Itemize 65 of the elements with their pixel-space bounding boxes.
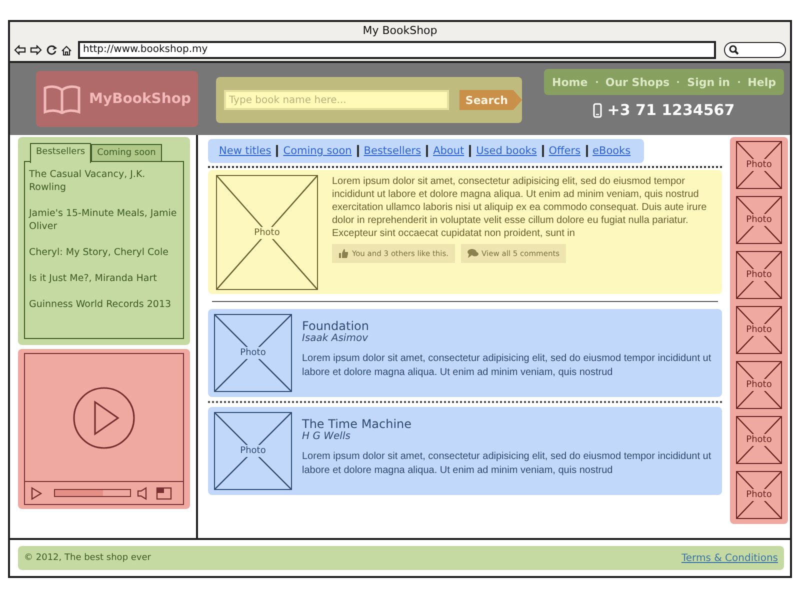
photo-label: Photo (744, 489, 774, 501)
phone-icon (593, 102, 602, 118)
bestseller-item[interactable]: Cheryl: My Story, Cheryl Cole (29, 246, 179, 259)
search-button[interactable]: Search (459, 90, 522, 110)
nav-link[interactable]: Used books (469, 145, 542, 157)
reload-icon[interactable] (46, 44, 57, 56)
tab[interactable]: Bestsellers (30, 142, 92, 162)
play-icon[interactable] (31, 486, 42, 500)
address-field[interactable]: http://www.bookshop.my (78, 41, 716, 59)
nav-link[interactable]: About (426, 145, 470, 157)
window-title: My BookShop (362, 24, 438, 37)
paragraph: Lorem ipsum dolor sit amet, consectetur adipisicing elit, sed do eiusmod tempor incididunt ut labore et dolore magna aliqua. Ut enim ad minim veniam, quis nostrud (302, 352, 712, 380)
thumbs-up-icon (338, 248, 349, 259)
fullscreen-icon[interactable] (156, 486, 172, 500)
paragraph: Lorem ipsum dolor sit amet, consectetur adipisicing elit, sed do eiusmod tempor incididunt ut labore et dolore magna aliqua. Ut enim ad minim veniam, quis nostrud (302, 450, 712, 478)
bestseller-item[interactable]: Jamie's 15-Minute Meals, Jamie Oliver (29, 207, 179, 233)
forward-icon[interactable] (30, 45, 42, 55)
tab[interactable]: Coming soon (91, 144, 162, 161)
back-icon[interactable] (14, 45, 26, 55)
photo-label: Photo (744, 379, 774, 391)
bestseller-item[interactable]: Is it Just Me?, Miranda Hart (29, 272, 179, 285)
logo[interactable]: MyBookShop (36, 71, 198, 127)
copyright-text: © 2012, The best shop ever (24, 553, 151, 563)
nav-link[interactable]: Coming soon (276, 145, 357, 157)
bestseller-item[interactable]: The Casual Vacancy, J.K. Rowling (29, 168, 179, 194)
nav-link[interactable]: Our Shops (605, 76, 670, 88)
nav-link[interactable]: Offers (542, 145, 586, 157)
book-title[interactable]: Foundation (302, 319, 716, 333)
nav-link[interactable]: New titles (214, 145, 276, 157)
search-icon (729, 45, 739, 55)
image-placeholder[interactable]: Photo (736, 306, 782, 354)
browser-search-field[interactable] (724, 42, 786, 58)
nav-link[interactable]: Sign in (687, 76, 730, 88)
book-title[interactable]: The Time Machine (302, 417, 716, 431)
terms-link[interactable]: Terms & Conditions (681, 552, 778, 564)
photo-label: Photo (238, 445, 268, 457)
image-placeholder[interactable]: Photo (736, 471, 782, 519)
photo-label: Photo (238, 347, 268, 359)
image-placeholder[interactable]: Photo (736, 251, 782, 299)
image-placeholder[interactable]: Photo (736, 196, 782, 244)
nav-link[interactable]: Home (552, 76, 588, 88)
nav-link[interactable]: Help (748, 76, 776, 88)
photo-label: Photo (744, 214, 774, 226)
speech-bubbles-icon (466, 248, 479, 259)
bestseller-item[interactable]: Guinness World Records 2013 (29, 298, 179, 311)
photo-label: Photo (252, 226, 282, 238)
photo-label: Photo (744, 269, 774, 281)
home-icon[interactable] (61, 44, 72, 56)
book-author: H G Wells (302, 431, 352, 442)
play-icon[interactable] (72, 386, 136, 450)
photo-label: Photo (744, 324, 774, 336)
nav-link[interactable]: Bestsellers (356, 145, 426, 157)
image-placeholder[interactable]: Photo (736, 416, 782, 464)
paragraph: Lorem ipsum dolor sit amet, consectetur adipisicing elit, sed do eiusmod tempor incididunt ut labore et dolore magna aliqua. Ut enim ad minim veniam, quis nostrud exercitation ullamco laboris nisi ut aliquip ex ea commodo consequat. Duis aute irure dolor in reprehenderit in voluptate velit esse cillum dolore eu fugiat nulla pariatur. Excepteur sint occaecat cupidatat non proident, sunt in (332, 175, 708, 240)
photo-label: Photo (744, 159, 774, 171)
book-author: Isaak Asimov (302, 333, 369, 344)
image-placeholder[interactable]: Photo (736, 361, 782, 409)
logo-text: MyBookShop (89, 91, 191, 107)
book-icon (43, 84, 82, 114)
nav-link[interactable]: eBooks (586, 145, 636, 157)
image-placeholder[interactable]: Photo (736, 141, 782, 189)
progress-bar[interactable] (54, 489, 131, 497)
search-field[interactable]: Type book name here... (224, 90, 450, 110)
photo-label: Photo (744, 434, 774, 446)
phone-number: +3 71 1234567 (607, 101, 735, 119)
